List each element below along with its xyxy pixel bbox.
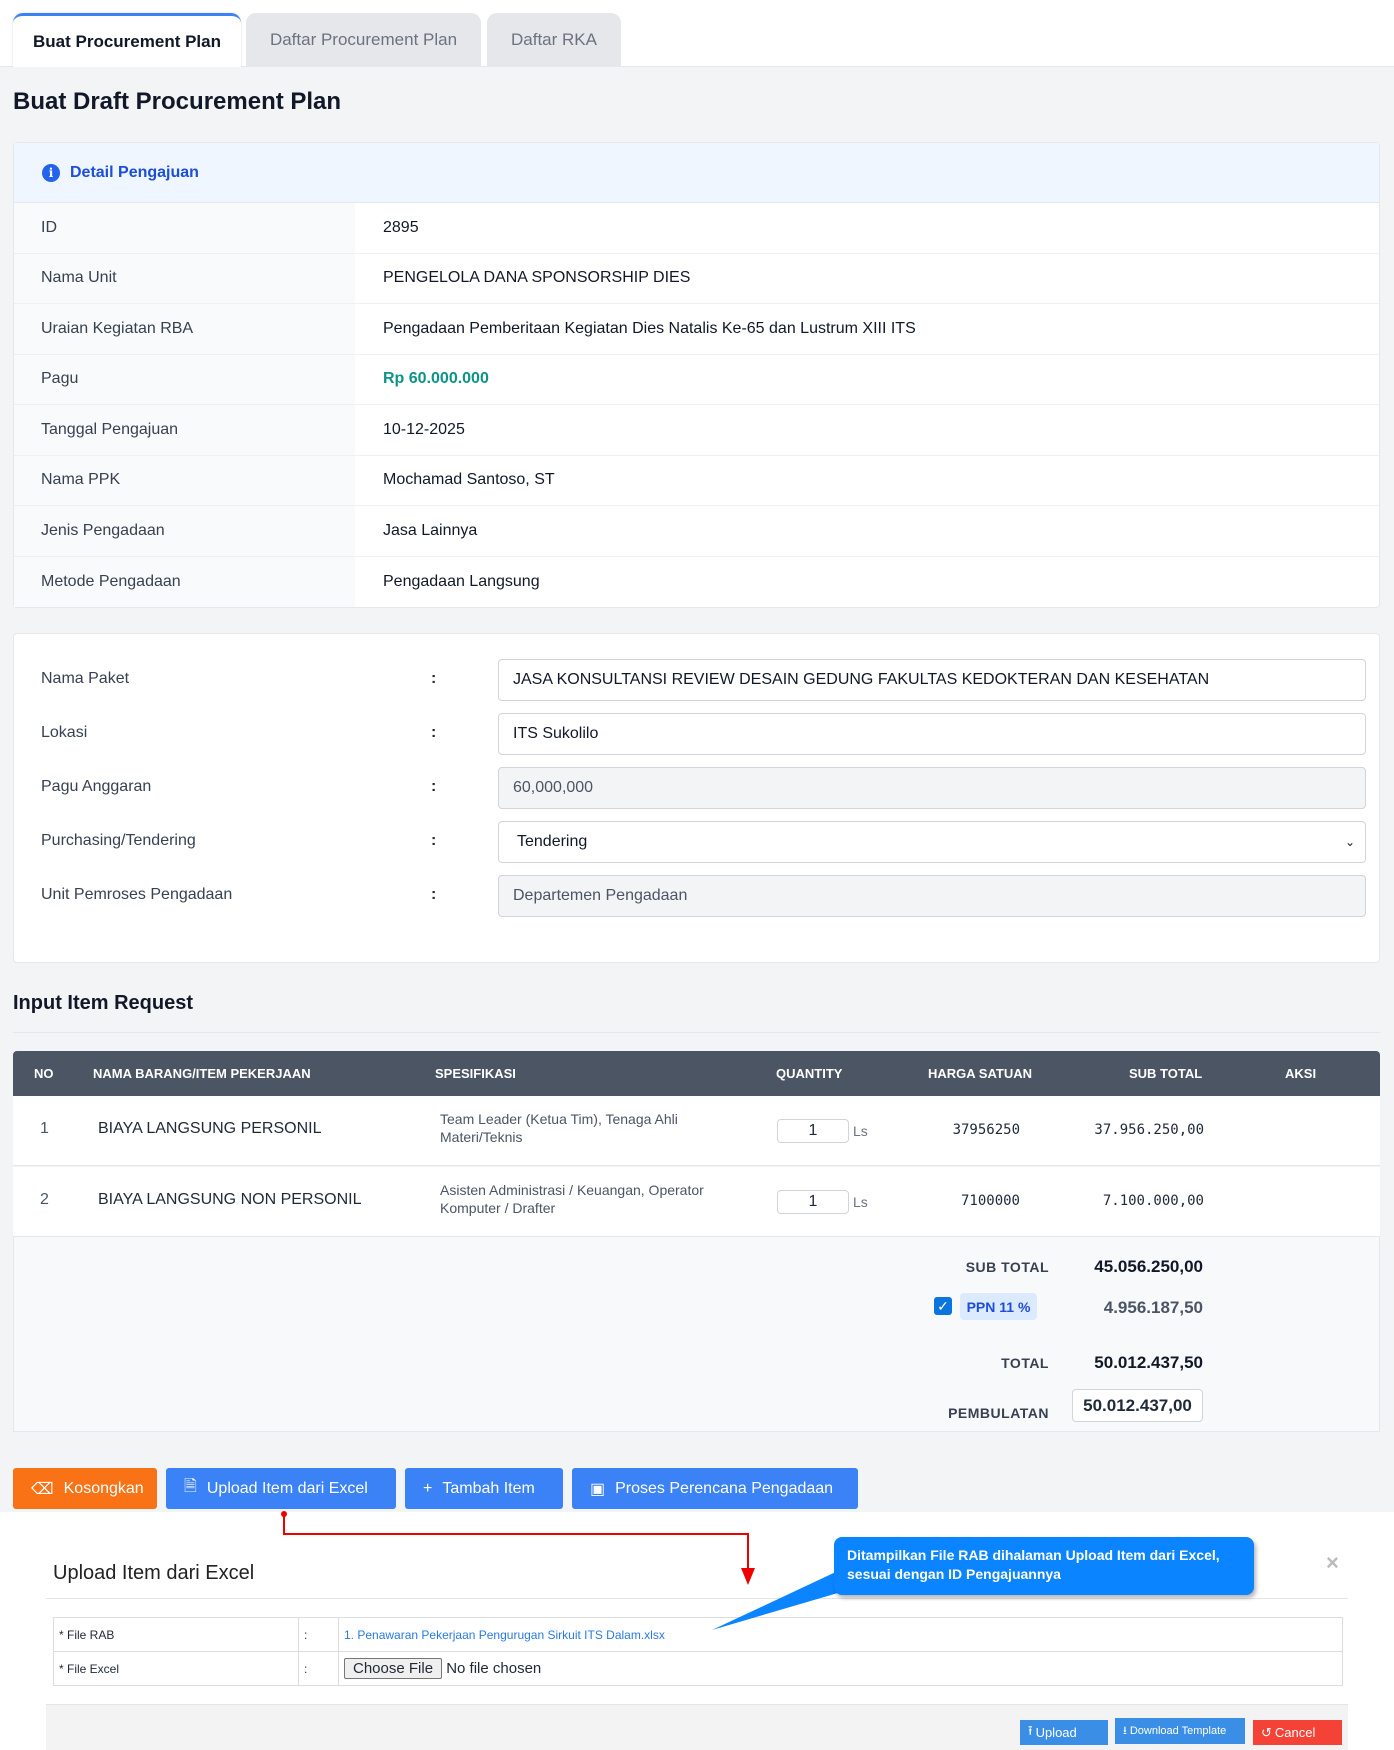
arrow-head-icon xyxy=(741,1568,755,1585)
callout-pointer xyxy=(712,1570,848,1630)
arrow-start-dot xyxy=(281,1511,287,1517)
red-arrow-line xyxy=(283,1514,749,1570)
annotation-overlay xyxy=(281,1511,848,1630)
annotation-callout: Ditampilkan File RAB dihalaman Upload It… xyxy=(834,1537,1254,1595)
